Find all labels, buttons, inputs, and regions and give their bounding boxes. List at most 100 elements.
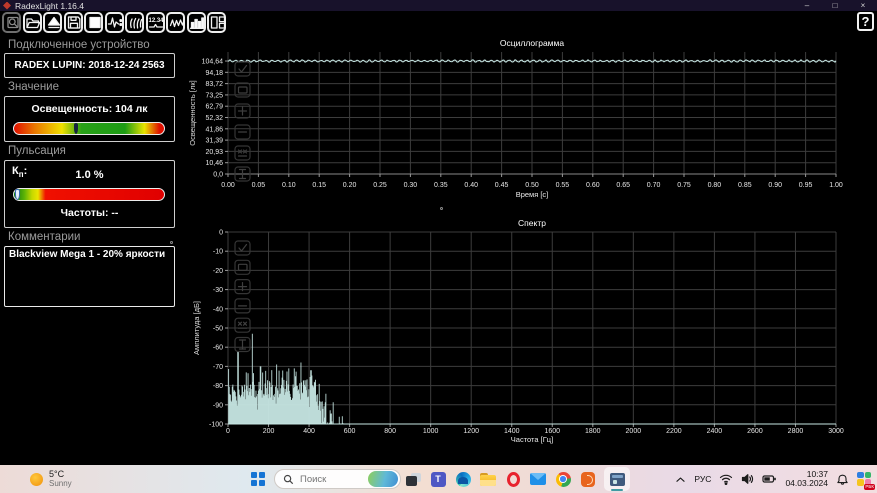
- widgets-icon[interactable]: РБК: [857, 471, 875, 490]
- search-icon: [283, 474, 294, 484]
- taskbar-app-teams[interactable]: T: [429, 467, 447, 491]
- folder-open-icon: [26, 18, 41, 29]
- taskbar-app-mail[interactable]: [529, 467, 547, 491]
- panels-icon: [210, 16, 225, 29]
- orange-app-icon: [581, 471, 595, 487]
- osc-x-tick: 0.80: [708, 182, 722, 189]
- restore-button[interactable]: □: [821, 1, 849, 10]
- device-name: RADEX LUPIN: 2018-12-24 2563: [14, 60, 165, 71]
- taskbar-app-task-view[interactable]: [404, 467, 422, 491]
- taskbar-app-file-explorer[interactable]: [479, 467, 497, 491]
- osc-x-tick: 0.40: [464, 182, 478, 189]
- notification-bell-icon[interactable]: [836, 473, 849, 486]
- tray-chevron-up-icon[interactable]: [675, 475, 686, 484]
- hand-wave-icon: [129, 17, 142, 29]
- spec-x-tick: 2800: [788, 428, 804, 435]
- layout-view-button[interactable]: [207, 12, 226, 33]
- osc-x-tick: 1.00: [829, 182, 843, 189]
- osc-y-label: Освещенность [лк]: [188, 80, 197, 145]
- pulsation-section-header: Пульсация: [8, 145, 66, 157]
- start-button[interactable]: [251, 472, 265, 486]
- minimize-button[interactable]: –: [793, 1, 821, 10]
- collapse-x-icon: [237, 149, 248, 157]
- battery-icon[interactable]: [762, 473, 777, 485]
- taskbar-search[interactable]: [274, 469, 401, 489]
- wave-chart-icon: [169, 19, 184, 28]
- spec-x-tick: 0: [226, 428, 230, 435]
- numeric-display-button[interactable]: 12.34: [145, 12, 165, 33]
- spec-zoom-out-button[interactable]: [234, 298, 251, 314]
- open-file-button[interactable]: [22, 12, 42, 33]
- osc-x-tick: 0.90: [768, 182, 782, 189]
- pulsation-box: Кп: 1.0 % Частоты: --: [4, 160, 175, 228]
- spec-x-tick: 400: [303, 428, 315, 435]
- spec-y-tick: -90: [213, 402, 223, 409]
- spec-x-tick: 1800: [585, 428, 601, 435]
- close-button[interactable]: ×: [849, 1, 877, 10]
- eject-device-button[interactable]: [43, 12, 62, 33]
- taskbar-app-radexlight-active[interactable]: [604, 467, 630, 491]
- magnifier-icon: [6, 16, 19, 29]
- osc-fit-check-button[interactable]: [234, 61, 251, 77]
- spec-x-tick: 2400: [707, 428, 723, 435]
- spec-x-tick: 2200: [666, 428, 682, 435]
- tray-clock[interactable]: 10:37 04.03.2024: [785, 469, 828, 489]
- osc-x-tick: 0.50: [525, 182, 539, 189]
- spec-rect-zoom-button[interactable]: [234, 259, 251, 275]
- taskbar-app-edge[interactable]: [454, 467, 472, 491]
- spectrum-chart: Спектр 0 -10 -20 -30 -40 -50 -60 -70 -80 -90 -100 0 2…: [186, 216, 877, 462]
- comments-resize-dot[interactable]: [170, 241, 173, 244]
- spec-zoom-in-button[interactable]: [234, 278, 251, 295]
- stop-measure-button[interactable]: [84, 12, 103, 33]
- speaker-icon[interactable]: [741, 473, 754, 485]
- pulse-mode-button[interactable]: [104, 12, 124, 33]
- spec-fit-check-button[interactable]: [234, 240, 251, 256]
- osc-y-tick: 104,64: [202, 59, 224, 66]
- osc-y-tick: 73,25: [205, 92, 223, 99]
- zoom-in-icon: [237, 106, 248, 116]
- osc-collapse-x-button[interactable]: [234, 145, 251, 161]
- osc-y-tick: 62,79: [205, 104, 223, 111]
- osc-x-tick: 0.05: [252, 182, 266, 189]
- spec-y-tick: -50: [213, 326, 223, 333]
- oscillogram-view-button[interactable]: [166, 12, 185, 33]
- value-section-header: Значение: [8, 81, 59, 93]
- chart-splitter-dot[interactable]: [440, 207, 443, 210]
- spec-expand-y-button[interactable]: [234, 336, 251, 353]
- taskbar-apps: T: [404, 465, 630, 493]
- zoom-tool-button[interactable]: [2, 12, 21, 33]
- search-input[interactable]: [298, 472, 362, 486]
- chrome-icon: [555, 471, 571, 487]
- help-button[interactable]: ?: [857, 12, 874, 31]
- rect-zoom-icon: [237, 263, 248, 271]
- floppy-icon: [67, 16, 81, 29]
- osc-x-tick: 0.45: [495, 182, 509, 189]
- wifi-icon[interactable]: [719, 473, 733, 485]
- taskbar: 5°C Sunny T РУС 10:3704.03.2024 РБК: [0, 465, 877, 493]
- taskbar-app-chrome[interactable]: [554, 467, 572, 491]
- spec-x-label: Частота [Гц]: [511, 435, 553, 444]
- search-highlight-thumbnail[interactable]: [368, 471, 398, 487]
- window-title: RadexLight 1.16.4: [15, 0, 84, 11]
- illuminance-marker: [73, 123, 78, 134]
- spec-x-tick: 600: [344, 428, 356, 435]
- osc-x-tick: 0.30: [404, 182, 418, 189]
- save-file-button[interactable]: [63, 12, 83, 33]
- comments-input[interactable]: Blackview Mega 1 - 20% яркости: [4, 246, 175, 307]
- weather-widget[interactable]: 5°C Sunny: [30, 469, 72, 489]
- pulse-wave-icon: [107, 17, 123, 28]
- language-indicator[interactable]: РУС: [694, 474, 711, 484]
- value-box: Освещенность: 104 лк: [4, 96, 175, 142]
- spec-collapse-x-button[interactable]: [234, 317, 251, 333]
- spec-x-tick: 200: [263, 428, 275, 435]
- spectrum-view-button[interactable]: [186, 12, 206, 33]
- osc-zoom-out-button[interactable]: [234, 124, 251, 140]
- taskbar-app-orange-app[interactable]: [579, 467, 597, 491]
- weather-temp: 5°C: [49, 469, 65, 479]
- osc-y-tick: 10,46: [205, 160, 223, 167]
- osc-y-tick: 94,18: [205, 70, 223, 77]
- collapse-x-icon: [237, 321, 248, 329]
- osc-y-tick: 31,39: [205, 138, 223, 145]
- wave-mode-button[interactable]: [125, 12, 144, 33]
- taskbar-app-opera[interactable]: [504, 467, 522, 491]
